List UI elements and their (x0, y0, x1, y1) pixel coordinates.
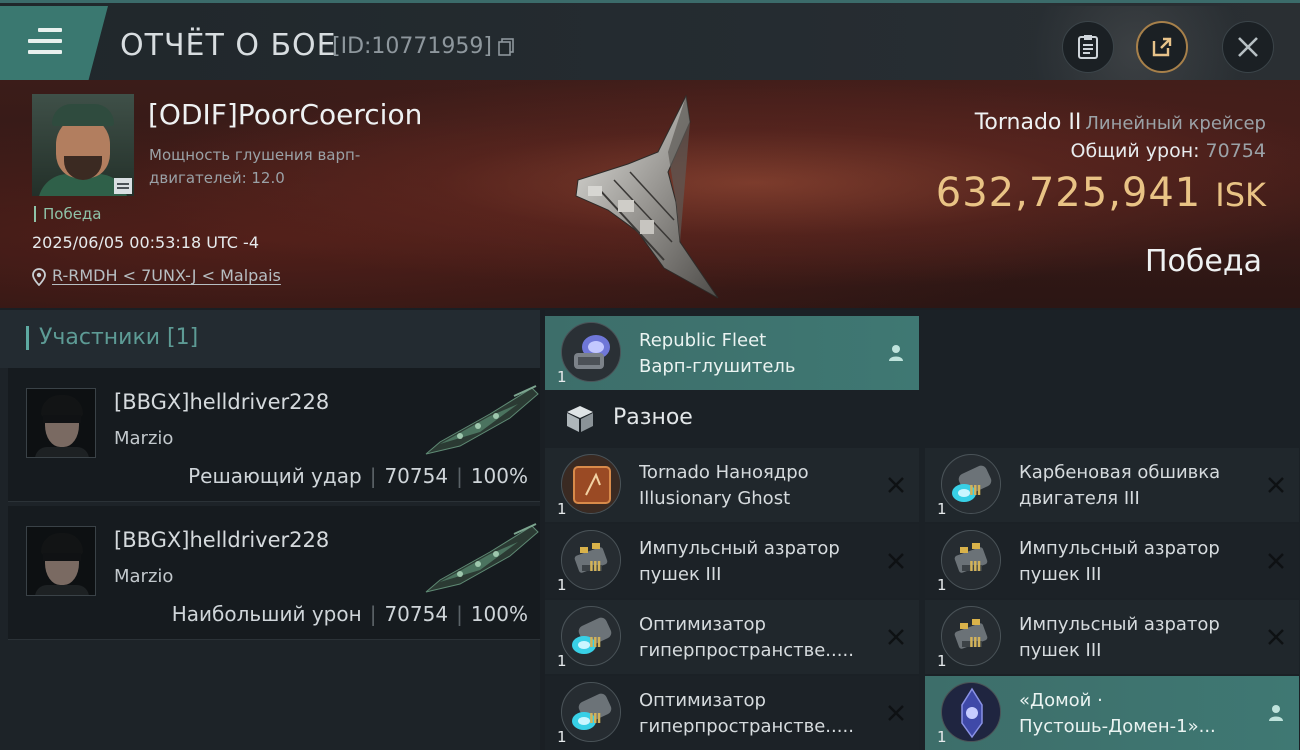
menu-icon (28, 28, 62, 56)
item-name: Tornado Наноядро Illusionary Ghost (639, 462, 809, 509)
item-quantity: 1 (557, 368, 567, 386)
kill-datetime: 2025/06/05 00:53:18 UTC -4 (32, 233, 260, 252)
destroyed-x-icon (888, 629, 904, 645)
clipboard-icon (1078, 35, 1098, 59)
participant-avatar[interactable] (26, 388, 96, 458)
ship-class: Линейный крейсер (1085, 113, 1266, 134)
item-slot[interactable]: III 1 Импульсный азратор пушек III (545, 524, 919, 598)
ship-render[interactable] (568, 92, 738, 302)
item-slot[interactable]: III 1 Импульсный азратор пушек III (925, 524, 1299, 598)
participants-title: Участники [1] (26, 326, 198, 350)
participant-role: Наибольший урон (171, 602, 362, 626)
item-quantity: 1 (557, 576, 567, 594)
participant-percent: 100% (470, 464, 528, 488)
ship-name[interactable]: Tornado II Линейный крейсер (975, 110, 1266, 135)
nanocore-icon (561, 454, 621, 514)
fitting-panel: 1 Republic Fleet Варп-глушитель Разное 1 … (545, 310, 1300, 750)
tier-badge: III (589, 560, 601, 575)
participant-name[interactable]: [BBGX]helldriver228 (114, 528, 329, 552)
location-link[interactable]: R-RMDH < 7UNX-J < Malpais (32, 266, 281, 286)
participant-damage: 70754 (384, 602, 449, 626)
item-quantity: 1 (557, 728, 567, 746)
item-quantity: 1 (937, 576, 947, 594)
participant-stats: Решающий удар | 70754 | 100% (188, 464, 528, 488)
participant-card[interactable]: [BBGX]helldriver228 Marzio Решающий удар… (8, 368, 540, 502)
copy-icon[interactable] (498, 38, 514, 56)
warp-strength: Мощность глушения варп-двигателей: 12.0 (149, 146, 361, 187)
clipboard-button[interactable] (1062, 21, 1114, 73)
close-button[interactable] (1222, 21, 1274, 73)
section-header: Разное (545, 388, 1300, 448)
item-slot[interactable]: 1 Republic Fleet Варп-глушитель (545, 316, 919, 390)
top-bar: ОТЧЁТ О БОЕ [ID:10771959] (0, 0, 1300, 82)
participant-stats: Наибольший урон | 70754 | 100% (171, 602, 528, 626)
tier-badge: III (969, 636, 981, 651)
item-quantity: 1 (557, 500, 567, 518)
tier-badge: III (969, 560, 981, 575)
dropped-person-icon (1269, 705, 1283, 721)
item-slot[interactable]: III 1 Импульсный азратор пушек III (925, 600, 1299, 674)
item-name: Карбеновая обшивка двигателя III (1019, 462, 1221, 509)
participant-card[interactable]: [BBGX]helldriver228 Marzio Наибольший ур… (8, 506, 540, 640)
destroyed-x-icon (888, 705, 904, 721)
participant-percent: 100% (470, 602, 528, 626)
participants-header[interactable]: Участники [1] (0, 310, 540, 368)
total-damage: Общий урон: 70754 (1070, 140, 1266, 162)
item-slot[interactable]: 1 «Домой · Пустошь-Домен-1»... (925, 676, 1299, 750)
warp-disruptor-icon (561, 322, 621, 382)
item-quantity: 1 (937, 728, 947, 746)
report-id: [ID:10771959] (332, 34, 492, 59)
item-quantity: 1 (557, 652, 567, 670)
item-name: Republic Fleet Варп-глушитель (639, 330, 796, 377)
share-icon (1152, 37, 1172, 57)
item-quantity: 1 (937, 652, 947, 670)
isk-value: 632,725,941 ISK (935, 170, 1266, 216)
item-slot[interactable]: 1 Tornado Наноядро Illusionary Ghost (545, 448, 919, 522)
item-slot[interactable]: III 1 Оптимизатор гиперпространстве..... (545, 676, 919, 750)
share-button[interactable] (1136, 21, 1188, 73)
location-pin-icon (32, 267, 46, 286)
page-title: ОТЧЁТ О БОЕ (120, 28, 337, 63)
item-quantity: 1 (937, 500, 947, 518)
section-label: Разное (613, 405, 693, 430)
tier-badge: III (969, 484, 981, 499)
participant-ship-icon[interactable] (420, 384, 540, 458)
participant-avatar[interactable] (26, 526, 96, 596)
participant-damage: 70754 (384, 464, 449, 488)
item-slot[interactable]: III 1 Оптимизатор гиперпространстве..... (545, 600, 919, 674)
menu-button[interactable] (0, 6, 108, 80)
location-text: R-RMDH < 7UNX-J < Malpais (52, 266, 281, 285)
item-name: Импульсный азратор пушек III (1019, 614, 1220, 661)
item-slot[interactable]: III 1 Карбеновая обшивка двигателя III (925, 448, 1299, 522)
cube-icon (567, 406, 593, 432)
victim-name[interactable]: [ODIF]PoorCoercion (148, 98, 422, 131)
item-name: «Домой · Пустошь-Домен-1»... (1019, 690, 1216, 737)
participant-ship-icon[interactable] (420, 522, 540, 596)
item-name: Оптимизатор гиперпространстве..... (639, 690, 854, 737)
item-name: Оптимизатор гиперпространстве..... (639, 614, 854, 661)
participants-panel: Участники [1] [BBGX]helldriver228 Marzio… (0, 310, 540, 750)
victim-avatar[interactable] (32, 94, 134, 196)
result-label: Победа (1145, 244, 1262, 279)
participant-corp: Marzio (114, 428, 174, 449)
dropped-person-icon (889, 345, 903, 361)
tier-badge: III (589, 636, 601, 651)
skin-blueprint-icon (941, 682, 1001, 742)
close-icon (1238, 37, 1258, 57)
participant-name[interactable]: [BBGX]helldriver228 (114, 390, 329, 414)
item-name: Импульсный азратор пушек III (639, 538, 840, 585)
destroyed-x-icon (1268, 629, 1284, 645)
destroyed-x-icon (888, 477, 904, 493)
tier-badge: III (589, 712, 601, 727)
destroyed-x-icon (888, 553, 904, 569)
item-name: Импульсный азратор пушек III (1019, 538, 1220, 585)
status-badge: Победа (34, 206, 102, 222)
participant-corp: Marzio (114, 566, 174, 587)
victim-banner: [ODIF]PoorCoercion Мощность глушения вар… (0, 80, 1300, 308)
destroyed-x-icon (1268, 477, 1284, 493)
info-badge-icon (114, 178, 132, 194)
participant-role: Решающий удар (188, 464, 362, 488)
destroyed-x-icon (1268, 553, 1284, 569)
